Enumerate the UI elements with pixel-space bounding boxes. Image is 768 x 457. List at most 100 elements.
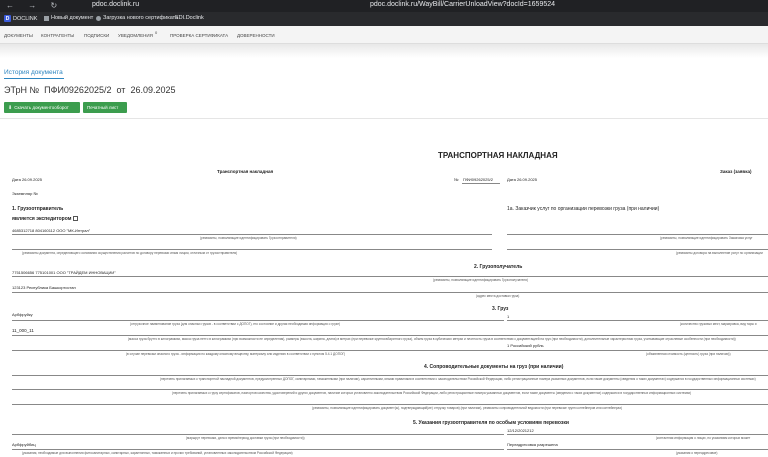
bookmark-edi[interactable]: EDI.Doclink [175, 15, 204, 21]
print-label: Печатный лист [87, 105, 119, 110]
section-2-title: 2. Грузополучатель [474, 264, 523, 270]
field-line [12, 404, 768, 405]
bookmark-upload-cert[interactable]: Загрузка нового сертификата [96, 15, 178, 21]
cargo-name: Арбфруйку [12, 312, 33, 317]
doc-number: ПФИ09262025/2 [44, 85, 112, 95]
requirements-caption: (указания, необходимые для выполнения фи… [22, 451, 293, 455]
forwarder-checkbox[interactable] [73, 216, 79, 222]
route-date: 12/12/2021212 [507, 428, 534, 433]
bookmark-new-doc[interactable]: Новый документ [44, 15, 93, 21]
nav-counterparties[interactable]: КОНТРАГЕНТЫ [41, 33, 74, 38]
nav-notifications[interactable]: УВЕДОМЛЕНИЯ [118, 33, 153, 38]
delivery-address: 123123 Республика Башкортостан [12, 285, 76, 290]
dangerous-caption: (в случае перевозки опасного груза - инф… [126, 352, 346, 356]
cargo-code: 11_000_11 [12, 328, 34, 333]
bookmark-label: DOCLINK [13, 15, 38, 22]
field-line [462, 183, 500, 184]
field-line [507, 234, 768, 235]
document-icon [44, 15, 49, 21]
route-caption: (маршрут перевозки, дата и время/период … [186, 436, 305, 440]
bookmark-label: EDI.Doclink [175, 15, 204, 21]
form-main-title: ТРАНСПОРТНАЯ НАКЛАДНАЯ [438, 151, 558, 160]
bookmark-label: Загрузка нового сертификата [103, 15, 179, 21]
field-line [12, 434, 504, 435]
nav-documents[interactable]: ДОКУМЕНТЫ [4, 33, 33, 38]
waybill-date: Дата 26.09.2025 [12, 177, 42, 182]
nav-cert-check[interactable]: ПРОВЕРКА СЕРТИФИКАТА [170, 33, 228, 38]
section-3-title: 3. Груз [492, 306, 509, 312]
browser-bar: ← → ↻ pdoc.doclink.ru pdoc.doclink.ru/Wa… [0, 0, 768, 12]
doc-date: 26.09.2025 [130, 85, 176, 95]
history-underline [4, 78, 64, 79]
header-shadow [0, 44, 768, 58]
readdress-caption: (указания о переадресовке) [676, 451, 718, 455]
forwarder-label: является экспедитором [12, 216, 79, 222]
order-subtitle: Заказ (заявка) [720, 169, 752, 174]
instructions-value: Арбфруйбиц [12, 442, 36, 447]
app-navigation: ДОКУМЕНТЫ КОНТРАГЕНТЫ ПОДПИСКИ УВЕДОМЛЕН… [0, 26, 768, 44]
field-line [12, 276, 768, 277]
nav-subscriptions[interactable]: ПОДПИСКИ [84, 33, 109, 38]
bookmark-label: Новый документ [51, 15, 94, 21]
section-1-title: 1. Грузоотправитель [12, 206, 64, 212]
bookmarks-bar: D DOCLINK Новый документ Загрузка нового… [0, 12, 768, 26]
declared-value-caption: (объявленная стоимость (ценность) груза … [646, 352, 731, 356]
section-4-title: 4. Сопроводительные документы на груз (п… [424, 364, 564, 370]
divider [0, 118, 768, 119]
history-link[interactable]: История документа [4, 69, 63, 76]
waybill-number: ПФИ09262025/2 [463, 177, 493, 182]
settlement-caption: (реквизиты документа, определяющего осно… [22, 251, 238, 255]
field-line [12, 335, 768, 336]
download-docflow-button[interactable]: ⬇ Скачать документооборот [4, 102, 80, 113]
doclink-logo-icon: D [4, 15, 11, 22]
waybill-subtitle: Транспортная накладная [217, 169, 274, 174]
download-label: Скачать документооборот [14, 105, 69, 110]
field-line [12, 249, 492, 250]
globe-icon [96, 15, 101, 21]
field-line [12, 234, 492, 235]
cargo-qty-caption: (количество грузовых мест, маркировка, в… [680, 322, 757, 326]
consignee-caption: (реквизиты, позволяющие идентифицировать… [433, 278, 528, 282]
field-line [507, 434, 768, 435]
declared-value: 1 Российский рубль [507, 343, 544, 348]
doc-from: от [116, 85, 126, 95]
copy-number-label: Экземпляр № [12, 191, 38, 196]
field-line [12, 350, 768, 351]
browser-nav-icons[interactable]: ← → ↻ [6, 1, 63, 10]
waybill-number-label: № [454, 177, 459, 182]
certificates-caption: (перечень прилагаемых к грузу сертификат… [172, 391, 692, 395]
contact-caption: (контактная информация о лицах, по указа… [656, 436, 751, 440]
accompanying-docs-caption: (перечень прилагаемых к транспортной нак… [160, 377, 756, 381]
field-line [12, 389, 768, 390]
address-bar[interactable]: pdoc.doclink.ru/WayBill/CarrierUnloadVie… [370, 1, 555, 8]
field-line [12, 292, 768, 293]
field-line [12, 375, 768, 376]
field-line [507, 449, 768, 450]
cargo-count: 1 [507, 314, 510, 319]
address-caption: (адрес места доставки груза) [476, 294, 520, 298]
section-1a-title: 1а. Заказчик услуг по организации перево… [507, 206, 660, 212]
page-title: ЭТрН № ПФИ09262025/2 от 26.09.2025 [4, 85, 176, 95]
cargo-mass-caption: (масса груза брутто в килограммах, масса… [128, 337, 736, 341]
field-line [507, 320, 768, 321]
notifications-count-badge: 0 [155, 30, 158, 35]
section-5-title: 5. Указания грузоотправителя по особым у… [413, 420, 569, 426]
address-short[interactable]: pdoc.doclink.ru [92, 1, 139, 8]
print-sheet-button[interactable]: Печатный лист [83, 102, 127, 113]
cargo-name-caption: (отгрузочное наименование груза (для опа… [130, 322, 341, 326]
shipper-value: 4685312718 804160112 ООО "МК-Интрал" [12, 228, 91, 233]
field-line [507, 249, 768, 250]
consignee-value: 7751506656 775101001 ООО "ТРАЙДЕМ ИННОВА… [12, 270, 116, 275]
order-date: Дата 26.09.2025 [507, 177, 537, 182]
nav-powers-of-attorney[interactable]: ДОВЕРЕННОСТИ [237, 33, 275, 38]
field-line [12, 449, 504, 450]
doc-prefix: ЭТрН № [4, 85, 40, 95]
shipment-docs-caption: (реквизиты, позволяющие идентифицировать… [312, 406, 623, 410]
shipper-caption: (реквизиты, позволяющие идентифицировать… [200, 236, 297, 240]
customer-caption: (реквизиты, позволяющие идентифицировать… [660, 236, 753, 240]
contract-caption: (реквизиты договора на выполнение услуг … [676, 251, 763, 255]
readdress-value: Переадресовка разрешена [507, 442, 558, 447]
forwarder-text: является экспедитором [12, 216, 72, 222]
download-icon: ⬇ [8, 104, 13, 111]
bookmark-doclink[interactable]: D DOCLINK [4, 15, 37, 22]
